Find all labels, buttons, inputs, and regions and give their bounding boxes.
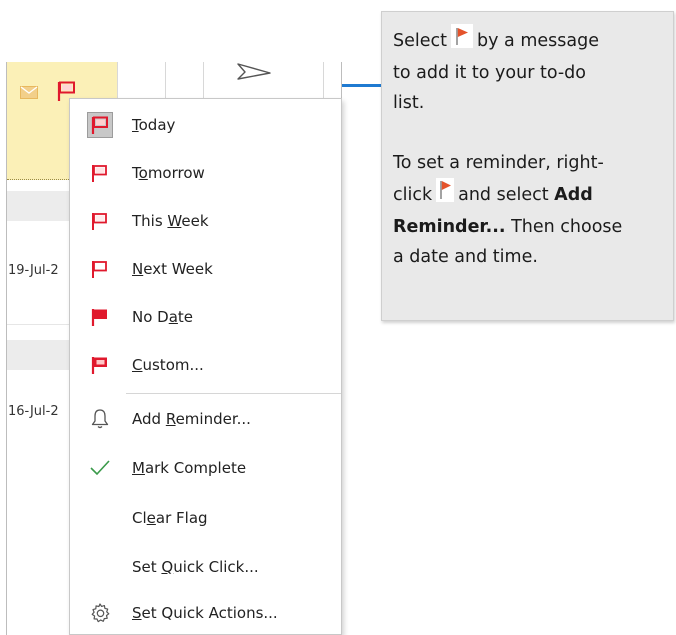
menu-item-mark-complete[interactable]: Mark Complete — [70, 446, 341, 490]
flag-icon — [451, 24, 473, 58]
flag-this-week-icon — [87, 208, 113, 234]
menu-item-label: No Date — [132, 308, 194, 326]
callout-text: a date and time. — [393, 247, 538, 267]
menu-item-tomorrow[interactable]: Tomorrow — [70, 151, 341, 195]
callout-bold-text: Reminder... — [393, 217, 506, 237]
bell-icon — [87, 406, 113, 432]
menu-item-no-date[interactable]: No Date — [70, 295, 341, 339]
flag-tomorrow-icon — [87, 160, 113, 186]
callout-text: To set a reminder, right- — [393, 153, 604, 173]
flag-custom-icon — [87, 352, 113, 378]
menu-item-label: Custom... — [132, 356, 204, 374]
gear-icon — [87, 600, 113, 626]
callout-bold-text: Add — [554, 185, 593, 205]
message-date: 19-Jul-2 — [8, 263, 59, 278]
menu-item-label: Mark Complete — [132, 459, 247, 477]
callout-text: list. — [393, 93, 425, 113]
menu-separator — [126, 393, 341, 394]
send-icon[interactable] — [236, 62, 272, 80]
callout-text: to add it to your to-do — [393, 63, 586, 83]
menu-item-label: Today — [132, 116, 176, 134]
menu-item-label: Set Quick Actions... — [132, 604, 278, 622]
menu-item-this-week[interactable]: This Week — [70, 199, 341, 243]
menu-item-today[interactable]: Today — [70, 103, 341, 147]
menu-item-clear-flag[interactable]: Clear Flag — [70, 496, 341, 540]
callout-line: Reminder... Then choose — [393, 212, 663, 242]
message-date: 16-Jul-2 — [8, 404, 59, 419]
callout-text: and select — [458, 185, 549, 205]
callout-text: Then choose — [505, 217, 623, 237]
flag-today-icon — [87, 112, 113, 138]
callout-text: Select — [393, 31, 447, 51]
callout-connector-line — [342, 84, 382, 87]
tip-callout: Select by a message to add it to your to… — [381, 11, 674, 321]
menu-item-next-week[interactable]: Next Week — [70, 247, 341, 291]
flag-next-week-icon — [87, 256, 113, 282]
callout-text: click — [393, 185, 433, 205]
menu-item-set-quick-actions[interactable]: Set Quick Actions... — [70, 591, 341, 635]
menu-item-label: Next Week — [132, 260, 213, 278]
menu-item-label: Set Quick Click... — [132, 558, 259, 576]
message-row-columns — [117, 62, 342, 102]
checkmark-icon — [87, 455, 113, 481]
menu-item-label: Add Reminder... — [132, 410, 251, 428]
flag-icon — [436, 178, 455, 212]
callout-text: by a message — [477, 31, 599, 51]
menu-item-label: Clear Flag — [132, 509, 208, 527]
menu-item-add-reminder[interactable]: Add Reminder... — [70, 397, 341, 441]
flag-no-date-icon — [87, 304, 113, 330]
envelope-icon — [20, 86, 38, 99]
callout-line: Select by a message — [393, 24, 663, 58]
menu-item-label: This Week — [132, 212, 209, 230]
follow-up-context-menu: Today Tomorrow This Week Next Week No Da… — [69, 98, 342, 635]
menu-item-set-quick-click[interactable]: Set Quick Click... — [70, 545, 341, 589]
callout-line: click and select Add — [393, 178, 663, 212]
menu-item-custom[interactable]: Custom... — [70, 343, 341, 387]
menu-item-label: Tomorrow — [132, 164, 205, 182]
